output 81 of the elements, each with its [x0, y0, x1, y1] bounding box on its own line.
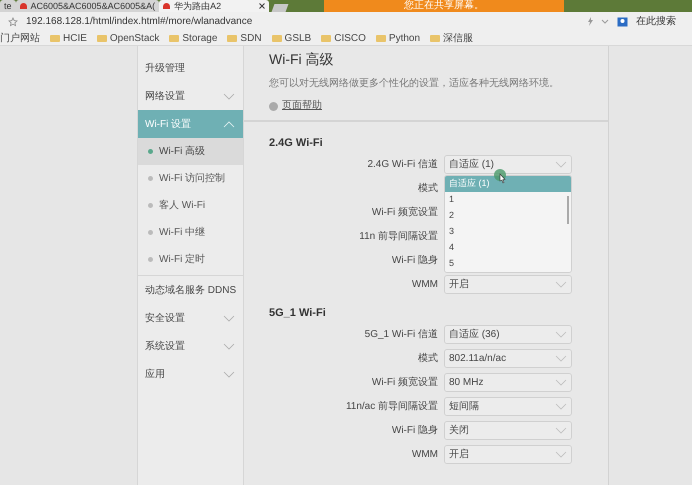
dropdown-option[interactable]: 1 — [445, 192, 571, 208]
sidebar-item[interactable]: 升级管理 — [138, 54, 243, 82]
sidebar-subitem[interactable]: Wi-Fi 定时 — [138, 246, 243, 273]
browser-tab[interactable]: AC6005&AC6005&AC6005&A( — [16, 0, 160, 12]
field-label: WMM — [410, 448, 439, 462]
new-tab-button[interactable] — [272, 4, 289, 12]
bullet-icon — [148, 149, 153, 154]
browser-tab[interactable]: 华为路由A2 — [159, 0, 270, 12]
sidebar-subitem[interactable]: Wi-Fi 高级 — [138, 138, 243, 165]
chevron-down-icon — [223, 342, 235, 350]
sidebar-item[interactable]: 系统设置 — [138, 332, 243, 360]
bullet-icon — [148, 230, 153, 235]
field-label: WMM — [410, 278, 439, 292]
chevron-up-icon — [223, 120, 235, 128]
chevron-down-icon — [555, 378, 567, 386]
select-field[interactable]: 自适应 (36) — [444, 324, 572, 344]
sidebar-item[interactable]: 安全设置 — [138, 304, 243, 332]
page-title: Wi-Fi 高级 — [269, 50, 335, 68]
section-heading: 2.4G Wi-Fi — [269, 136, 324, 150]
chevron-down-icon — [555, 402, 567, 410]
bookmark[interactable]: GSLB — [284, 30, 312, 46]
bookmark[interactable]: CISCO — [334, 30, 366, 46]
lightning-icon[interactable] — [587, 17, 593, 26]
bookmark[interactable]: 门户网站 — [0, 30, 40, 46]
field-label: 5G_1 Wi-Fi 信道 — [364, 328, 439, 342]
chevron-down-icon — [555, 330, 567, 338]
bullet-icon — [148, 176, 153, 181]
chevron-down-icon — [555, 426, 567, 434]
star-icon[interactable] — [8, 16, 18, 26]
sidebar-item[interactable]: 网络设置 — [138, 82, 243, 110]
browser-tab[interactable]: te — [0, 0, 16, 12]
search-engine-icon[interactable] — [617, 16, 628, 26]
dropdown-option[interactable]: 4 — [445, 240, 571, 256]
help-icon — [269, 102, 278, 110]
dropdown-option[interactable]: 5 — [445, 256, 571, 272]
select-field[interactable]: 短间隔 — [444, 396, 572, 416]
select-field[interactable]: 开启 — [444, 444, 572, 464]
bookmark[interactable]: Python — [388, 30, 420, 46]
chevron-down-icon — [555, 160, 567, 168]
chevron-down-icon — [555, 354, 567, 362]
field-label: Wi-Fi 频宽设置 — [370, 206, 439, 220]
dropdown-option[interactable]: 2 — [445, 208, 571, 224]
bookmark[interactable]: SDN — [240, 30, 262, 46]
scrollbar-thumb[interactable] — [567, 196, 569, 224]
field-label: 11n 前导间隔设置 — [358, 230, 439, 244]
field-label: Wi-Fi 隐身 — [390, 424, 439, 438]
sidebar-subitem[interactable]: Wi-Fi 中继 — [138, 219, 243, 246]
field-label: 模式 — [417, 182, 439, 196]
select-field[interactable]: 开启 — [444, 274, 572, 294]
bullet-icon — [148, 203, 153, 208]
close-icon[interactable] — [259, 3, 266, 9]
search-field[interactable]: 在此搜索 — [636, 14, 684, 29]
bookmark[interactable]: HCIE — [63, 30, 87, 46]
select-field[interactable]: 关闭 — [444, 420, 572, 440]
field-label: 11n/ac 前导间隔设置 — [344, 400, 439, 414]
chevron-down-icon — [223, 314, 235, 322]
field-label: Wi-Fi 频宽设置 — [370, 376, 439, 390]
chevron-down-icon — [555, 280, 567, 288]
chevron-down-icon — [555, 450, 567, 458]
sidebar-item[interactable]: 应用 — [138, 360, 243, 388]
help-link[interactable]: 页面帮助 — [282, 100, 322, 112]
sidebar-subitem[interactable]: Wi-Fi 访问控制 — [138, 165, 243, 192]
page-description: 您可以对无线网络做更多个性化的设置，适应各种无线网络环境。 — [269, 78, 560, 90]
field-label: 模式 — [417, 352, 439, 366]
sidebar-item[interactable]: 动态域名服务 DDNS — [138, 276, 243, 304]
sidebar-subitem[interactable]: 客人 Wi-Fi — [138, 192, 243, 219]
select-field[interactable]: 802.11a/n/ac — [444, 348, 572, 368]
bullet-icon — [148, 257, 153, 262]
section-heading: 5G_1 Wi-Fi — [269, 306, 327, 320]
dropdown-option[interactable]: 3 — [445, 224, 571, 240]
select-field[interactable]: 80 MHz — [444, 372, 572, 392]
bookmark[interactable]: Storage — [182, 30, 218, 46]
chevron-down-icon[interactable] — [601, 18, 609, 24]
field-label: Wi-Fi 隐身 — [390, 254, 439, 268]
field-label: 2.4G Wi-Fi 信道 — [366, 158, 439, 172]
bookmark[interactable]: 深信服 — [443, 30, 474, 46]
chevron-down-icon — [223, 370, 235, 378]
bookmark[interactable]: OpenStack — [110, 30, 160, 46]
address-field[interactable]: 192.168.128.1/html/index.html#/more/wlanadvance — [26, 14, 579, 29]
chevron-down-icon — [223, 92, 235, 100]
select-field[interactable]: 自适应 (1) — [444, 154, 572, 174]
